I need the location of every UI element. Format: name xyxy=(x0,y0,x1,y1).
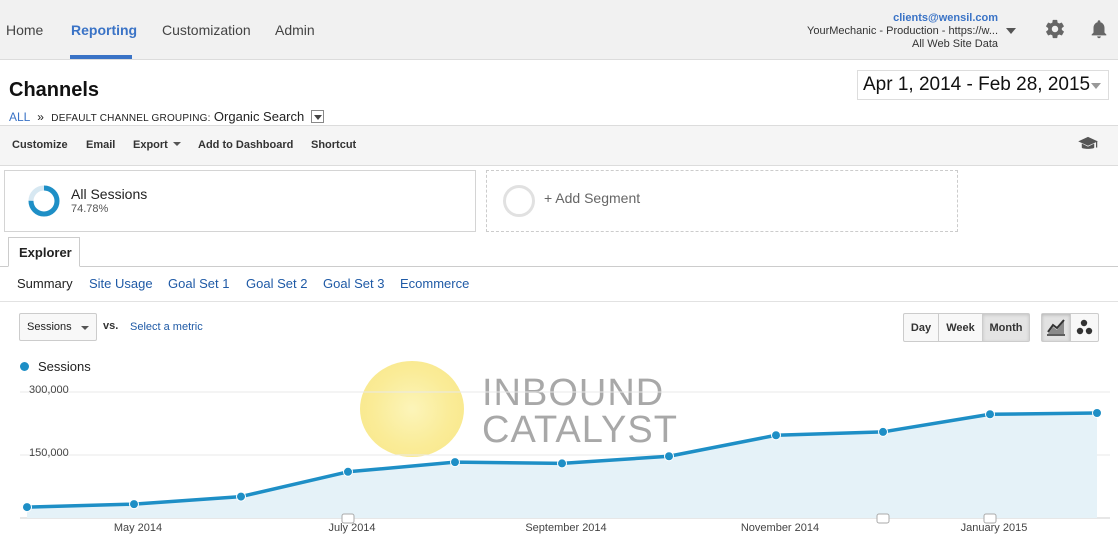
nav-tab-customization[interactable]: Customization xyxy=(162,22,251,38)
export-label: Export xyxy=(133,139,168,151)
tab-explorer[interactable]: Explorer xyxy=(8,237,80,267)
sessions-legend-dot xyxy=(20,362,29,371)
sessions-data-point xyxy=(129,499,139,510)
period-day-button[interactable]: Day xyxy=(904,314,939,341)
sessions-chart xyxy=(20,391,1110,524)
x-tick-label: January 2015 xyxy=(960,522,1028,534)
subtab-divider xyxy=(0,301,1118,302)
sessions-data-point xyxy=(771,430,781,441)
page-title: Channels xyxy=(9,79,100,101)
y-tick-label: 150,000 xyxy=(29,447,69,459)
motion-chart-icon xyxy=(1076,319,1093,335)
sessions-legend-label: Sessions xyxy=(38,359,91,374)
segment-percent: 74.78% xyxy=(71,203,109,215)
date-range-picker[interactable]: Apr 1, 2014 - Feb 28, 2015 xyxy=(857,70,1109,100)
subtab-goal-set-1[interactable]: Goal Set 1 xyxy=(168,276,229,291)
subtab-site-usage[interactable]: Site Usage xyxy=(89,276,153,291)
breadcrumb-grouping-label: DEFAULT CHANNEL GROUPING: xyxy=(51,113,211,124)
account-selector[interactable]: clients@wensil.com YourMechanic - Produc… xyxy=(807,12,998,51)
sessions-data-point xyxy=(236,491,246,502)
shortcut-button[interactable]: Shortcut xyxy=(311,139,356,151)
select-metric-link[interactable]: Select a metric xyxy=(130,321,203,333)
date-range-caret-icon xyxy=(1091,83,1101,89)
metric-select[interactable]: Sessions xyxy=(19,313,97,341)
line-chart-view-button[interactable] xyxy=(1042,314,1071,341)
annotation-marker-icon xyxy=(876,513,890,524)
sessions-data-point xyxy=(985,409,995,420)
subtab-ecommerce[interactable]: Ecommerce xyxy=(400,276,469,291)
add-segment-circle-icon xyxy=(503,185,535,217)
sessions-data-point xyxy=(343,466,353,477)
add-segment-label: + Add Segment xyxy=(544,190,641,206)
account-email: clients@wensil.com xyxy=(893,12,998,24)
report-toolbar: Customize Email Export Add to Dashboard … xyxy=(0,125,1118,166)
y-tick-label: 300,000 xyxy=(29,384,69,396)
period-week-button[interactable]: Week xyxy=(939,314,983,341)
x-tick-label: November 2014 xyxy=(740,522,820,534)
sessions-data-point xyxy=(450,457,460,468)
graduation-cap-icon[interactable] xyxy=(1077,136,1099,152)
period-toggle: Day Week Month xyxy=(903,313,1030,342)
segment-name: All Sessions xyxy=(71,186,148,202)
sessions-data-point xyxy=(1092,408,1102,418)
breadcrumb-grouping-value: Organic Search xyxy=(213,109,305,124)
account-view: All Web Site Data xyxy=(911,38,998,50)
sessions-data-point xyxy=(22,502,32,513)
email-button[interactable]: Email xyxy=(86,139,115,151)
add-to-dashboard-button[interactable]: Add to Dashboard xyxy=(198,139,293,151)
sessions-data-point xyxy=(878,426,888,437)
explorer-tab-divider xyxy=(0,266,1118,267)
x-tick-label: May 2014 xyxy=(113,522,163,534)
subtab-goal-set-3[interactable]: Goal Set 3 xyxy=(323,276,384,291)
chart-view-toggle xyxy=(1041,313,1099,342)
subtab-summary[interactable]: Summary xyxy=(17,276,73,291)
metric-select-caret-icon xyxy=(81,326,89,330)
date-range-text: Apr 1, 2014 - Feb 28, 2015 xyxy=(863,74,1091,95)
x-tick-label: September 2014 xyxy=(525,522,607,534)
period-month-button[interactable]: Month xyxy=(983,314,1029,341)
segment-donut-icon xyxy=(28,185,60,217)
nav-tab-home[interactable]: Home xyxy=(6,22,43,38)
customize-button[interactable]: Customize xyxy=(12,139,68,151)
account-dropdown-caret-icon[interactable] xyxy=(1006,28,1016,34)
line-chart-icon xyxy=(1047,319,1065,336)
sessions-data-point xyxy=(557,458,567,469)
breadcrumb-all-link[interactable]: ALL xyxy=(9,110,30,124)
account-property: YourMechanic - Production - https://w... xyxy=(807,25,998,37)
grouping-dropdown-icon[interactable] xyxy=(310,110,324,123)
vs-label: vs. xyxy=(103,320,119,332)
motion-chart-view-button[interactable] xyxy=(1071,314,1100,341)
nav-tab-admin[interactable]: Admin xyxy=(275,22,315,38)
x-tick-label: July 2014 xyxy=(328,522,376,534)
breadcrumb: ALL » DEFAULT CHANNEL GROUPING: Organic … xyxy=(9,109,324,124)
gear-icon[interactable] xyxy=(1044,18,1066,40)
subtab-goal-set-2[interactable]: Goal Set 2 xyxy=(246,276,307,291)
metric-select-value: Sessions xyxy=(27,321,72,333)
breadcrumb-separator: » xyxy=(37,110,44,124)
active-tab-indicator xyxy=(70,55,132,59)
sessions-data-point xyxy=(664,451,674,462)
top-navigation: Home Reporting Customization Admin clien… xyxy=(0,0,1118,60)
export-caret-icon xyxy=(172,142,181,146)
bell-icon[interactable] xyxy=(1088,18,1110,40)
export-button[interactable]: Export xyxy=(133,139,181,151)
nav-tab-reporting[interactable]: Reporting xyxy=(71,22,137,38)
